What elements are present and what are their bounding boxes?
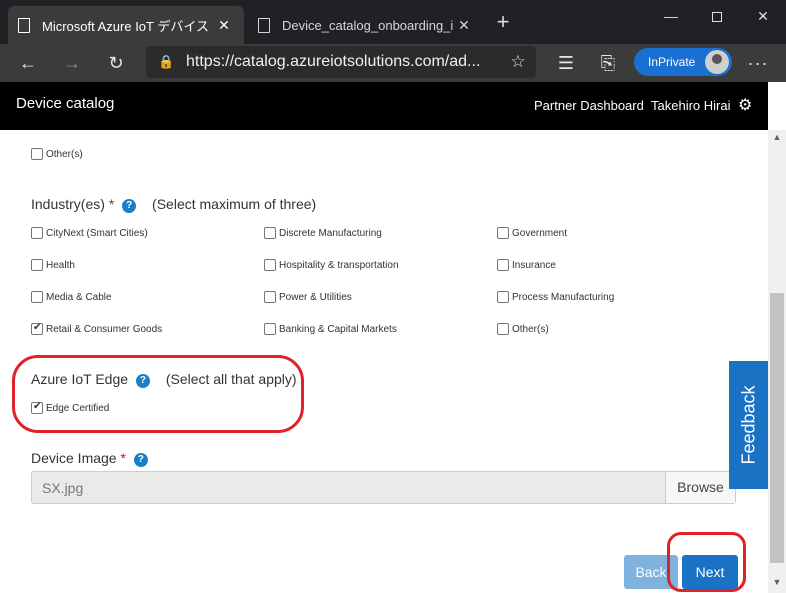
checkbox-label: Power & Utilities	[279, 291, 352, 303]
page-icon	[258, 17, 270, 33]
avatar	[705, 50, 729, 74]
page-scrollbar[interactable]: ▲ ▼	[768, 130, 786, 593]
checkbox-label: Banking & Capital Markets	[279, 323, 397, 335]
checkbox-industry-other[interactable]: Other(s)	[497, 323, 549, 335]
checkbox-label: CityNext (Smart Cities)	[46, 227, 148, 239]
url-text[interactable]: https://catalog.azureiotsolutions.com/ad…	[186, 53, 504, 71]
lock-icon: 🔒	[158, 54, 175, 69]
tab-title: Microsoft Azure IoT デバイス カタD	[42, 18, 214, 34]
checkbox-label: Other(s)	[46, 148, 83, 160]
close-tab-icon[interactable]: ✕	[214, 17, 234, 34]
checkbox-box[interactable]	[497, 259, 509, 271]
gear-icon[interactable]: ⚙	[738, 95, 752, 115]
checkbox-label: Process Manufacturing	[512, 291, 615, 303]
maximize-icon[interactable]	[694, 6, 740, 26]
checkbox-label: Insurance	[512, 259, 556, 271]
checkbox-discrete-manufacturing[interactable]: Discrete Manufacturing	[264, 227, 382, 239]
checkbox-label: Other(s)	[512, 323, 549, 335]
browser-tab-bar: Microsoft Azure IoT デバイス カタD ✕ Device_ca…	[0, 0, 786, 44]
checkbox-box[interactable]	[497, 323, 509, 335]
minimize-icon[interactable]: —	[648, 6, 694, 26]
scroll-thumb[interactable]	[770, 293, 784, 563]
annotation-highlight-next	[667, 532, 746, 592]
checkbox-media-cable[interactable]: Media & Cable	[31, 291, 112, 303]
close-tab-icon[interactable]: ✕	[454, 17, 474, 34]
checkbox-hospitality[interactable]: Hospitality & transportation	[264, 259, 399, 271]
feedback-button[interactable]: Feedback	[729, 361, 768, 489]
checkbox-process-manufacturing[interactable]: Process Manufacturing	[497, 291, 614, 303]
address-bar[interactable]: 🔒 https://catalog.azureiotsolutions.com/…	[146, 46, 536, 78]
browse-button[interactable]: Browse	[665, 472, 735, 503]
tab-azure-catalog[interactable]: Microsoft Azure IoT デバイス カタD ✕	[8, 6, 244, 44]
browser-toolbar: ← → ↻ 🔒 https://catalog.azureiotsolution…	[0, 44, 786, 82]
checkbox-label: Retail & Consumer Goods	[46, 323, 163, 335]
user-name[interactable]: Takehiro Hirai	[651, 98, 730, 113]
device-image-file-input[interactable]: SX.jpg Browse	[31, 471, 736, 504]
checkbox-box[interactable]	[31, 291, 43, 303]
checkbox-box[interactable]	[264, 323, 276, 335]
inprivate-label: InPrivate	[648, 55, 696, 69]
checkbox-banking[interactable]: Banking & Capital Markets	[264, 323, 397, 335]
device-image-heading: Device Image * ?	[31, 450, 148, 467]
required-mark: *	[108, 196, 115, 212]
tab-onboarding-doc[interactable]: Device_catalog_onboarding_instr ✕	[248, 6, 484, 44]
brand-title[interactable]: Device catalog	[16, 95, 114, 112]
favorite-star-icon[interactable]: ☆	[504, 52, 532, 72]
checkbox-insurance[interactable]: Insurance	[497, 259, 556, 271]
checkbox-power-utilities[interactable]: Power & Utilities	[264, 291, 352, 303]
more-options-icon[interactable]: ···	[744, 49, 772, 77]
checkbox-box[interactable]	[264, 227, 276, 239]
checkbox-box[interactable]	[264, 259, 276, 271]
checkbox-citynext[interactable]: CityNext (Smart Cities)	[31, 227, 148, 239]
file-name: SX.jpg	[42, 480, 84, 496]
favorites-icon[interactable]: ☰	[552, 49, 580, 77]
checkbox-box[interactable]	[31, 148, 43, 160]
forward-arrow-icon[interactable]: →	[58, 49, 86, 77]
checkbox-box-checked[interactable]	[31, 322, 43, 335]
checkbox-box[interactable]	[497, 291, 509, 303]
close-window-icon[interactable]: ✕	[740, 6, 786, 26]
industry-label: Industry(es)	[31, 196, 105, 212]
checkbox-box[interactable]	[31, 227, 43, 239]
back-arrow-icon[interactable]: ←	[14, 49, 42, 77]
annotation-highlight-iot-edge	[12, 355, 304, 433]
checkbox-box[interactable]	[497, 227, 509, 239]
industry-heading: Industry(es) * ? (Select maximum of thre…	[31, 196, 316, 213]
checkbox-box[interactable]	[31, 259, 43, 271]
help-icon[interactable]: ?	[133, 453, 148, 467]
page-icon	[18, 17, 30, 33]
checkbox-other-top[interactable]: Other(s)	[31, 148, 83, 160]
help-icon[interactable]: ?	[122, 199, 137, 213]
reload-icon[interactable]: ↻	[102, 49, 130, 77]
checkbox-label: Hospitality & transportation	[279, 259, 399, 271]
new-tab-button[interactable]: +	[490, 10, 516, 36]
required-mark: *	[120, 450, 126, 466]
checkbox-government[interactable]: Government	[497, 227, 567, 239]
share-icon[interactable]: ⎘	[594, 49, 622, 77]
scroll-up-icon[interactable]: ▲	[768, 132, 786, 142]
checkbox-retail[interactable]: Retail & Consumer Goods	[31, 322, 163, 335]
checkbox-label: Discrete Manufacturing	[279, 227, 382, 239]
tab-title: Device_catalog_onboarding_instr	[282, 17, 454, 33]
checkbox-label: Government	[512, 227, 568, 239]
partner-dashboard-link[interactable]: Partner Dashboard	[534, 98, 644, 113]
industry-hint: (Select maximum of three)	[152, 196, 317, 212]
checkbox-health[interactable]: Health	[31, 259, 75, 271]
device-image-label: Device Image	[31, 450, 117, 466]
feedback-label: Feedback	[738, 385, 758, 465]
checkbox-box[interactable]	[264, 291, 276, 303]
app-header: Device catalog Partner Dashboard Takehir…	[0, 82, 768, 130]
checkbox-label: Media & Cable	[46, 291, 112, 303]
checkbox-label: Health	[46, 259, 75, 271]
inprivate-badge[interactable]: InPrivate	[634, 48, 732, 76]
scroll-down-icon[interactable]: ▼	[768, 577, 786, 587]
